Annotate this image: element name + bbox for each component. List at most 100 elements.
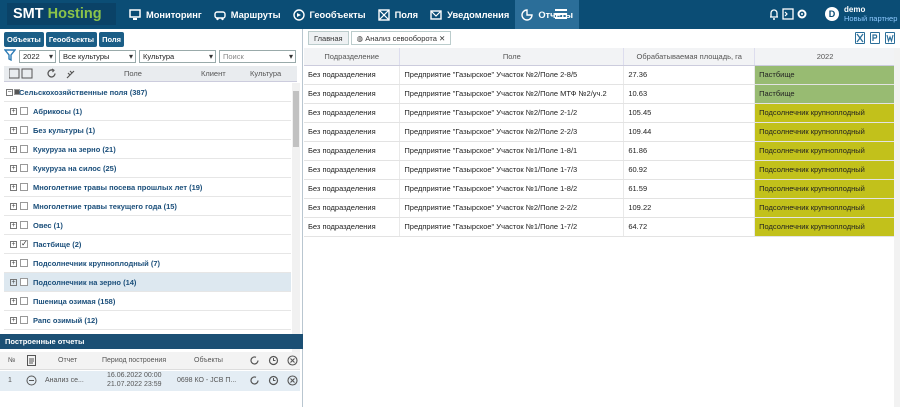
export-excel-icon[interactable] — [855, 32, 865, 44]
avatar[interactable]: D — [825, 7, 839, 21]
search-input[interactable]: Поиск — [219, 49, 296, 63]
expand-icon[interactable]: + — [10, 222, 17, 229]
table-row[interactable]: Без подразделения Предприятие "Газырское"… — [304, 84, 896, 104]
terminal-icon[interactable] — [782, 8, 794, 20]
tab-geoobjects[interactable]: Геообъекты — [45, 32, 98, 47]
tree-checkbox[interactable] — [20, 107, 28, 115]
table-row[interactable]: Без подразделения Предприятие "Газырское"… — [304, 103, 896, 123]
tree-item-selected[interactable]: + Подсолнечник на зерно (14) — [4, 273, 291, 292]
col-client[interactable]: Клиент — [201, 69, 226, 78]
nav-routes[interactable]: Маршруты — [208, 0, 287, 29]
user-name[interactable]: demo — [844, 5, 865, 14]
tree-checkbox[interactable] — [20, 164, 28, 172]
crop-icon[interactable] — [65, 68, 76, 81]
tree-checkbox[interactable] — [20, 221, 28, 229]
table-row[interactable]: Без подразделения Предприятие "Газырское"… — [304, 179, 896, 199]
tree-scrollbar[interactable] — [292, 83, 300, 357]
expand-icon[interactable]: + — [10, 260, 17, 267]
tree-root[interactable]: − Сельскохозяйственные поля (387) — [4, 83, 291, 102]
tree-item[interactable]: + Многолетние травы текущего года (15) — [4, 197, 291, 216]
year-select[interactable]: 2022 — [19, 49, 56, 63]
tree-checkbox[interactable] — [20, 202, 28, 210]
nav-notifications[interactable]: Уведомления — [424, 0, 515, 29]
group-icon[interactable] — [8, 68, 33, 81]
table-row[interactable]: Без подразделения Предприятие "Газырское"… — [304, 217, 896, 237]
tree-checkbox[interactable] — [20, 183, 28, 191]
col-field[interactable]: Поле — [399, 48, 625, 66]
col-culture[interactable]: Культура — [250, 69, 281, 78]
tree-item[interactable]: + ✓ Пастбище (2) — [4, 235, 291, 254]
logo[interactable]: SMT Hosting — [7, 3, 116, 25]
tree-item[interactable]: + Кукуруза на силос (25) — [4, 159, 291, 178]
tree-item[interactable]: + Пшеница озимая (158) — [4, 292, 291, 311]
close-icon[interactable]: ✕ — [439, 34, 445, 43]
expand-icon[interactable]: + — [10, 184, 17, 191]
history-icon[interactable] — [268, 375, 279, 388]
field-icon — [377, 8, 390, 21]
bell-icon[interactable] — [768, 8, 780, 20]
table-row[interactable]: Без подразделения Предприятие "Газырское"… — [304, 65, 896, 85]
tree-checkbox-checked[interactable]: ✓ — [20, 240, 28, 248]
tree-item[interactable]: + Подсолнечник крупноплодный (7) — [4, 254, 291, 273]
history-icon[interactable] — [268, 355, 279, 368]
tree-checkbox[interactable] — [20, 126, 28, 134]
table-row[interactable]: Без подразделения Предприятие "Газырское"… — [304, 160, 896, 180]
tree-item[interactable]: + Рапс озимый (12) — [4, 311, 291, 330]
culture-all-select[interactable]: Все культуры — [59, 49, 136, 63]
table-row[interactable]: Без подразделения Предприятие "Газырское"… — [304, 198, 896, 218]
report-row[interactable]: 1 Анализ се... 16.06.2022 00:00 21.07.20… — [0, 371, 300, 391]
nav-geoobjects[interactable]: Геообъекты — [287, 0, 372, 29]
tree-checkbox[interactable] — [20, 316, 28, 324]
refresh-icon[interactable] — [46, 68, 57, 81]
expand-icon[interactable]: + — [10, 127, 17, 134]
expand-icon[interactable]: + — [10, 241, 17, 248]
nav-reports[interactable]: Отчеты — [515, 0, 580, 29]
monitor-icon — [129, 8, 141, 21]
filter-icon[interactable] — [3, 49, 17, 63]
tree-checkbox[interactable] — [20, 145, 28, 153]
nav-fields[interactable]: Поля — [372, 0, 424, 29]
export-word-icon[interactable] — [885, 32, 895, 44]
expand-icon[interactable]: + — [10, 203, 17, 210]
col-area[interactable]: Обрабатываемая площадь, га — [623, 48, 756, 66]
table-cell: Подсолнечник крупноплодный — [754, 217, 896, 237]
tab-fields[interactable]: Поля — [99, 32, 124, 47]
collapse-icon[interactable]: − — [6, 89, 13, 96]
content-scrollbar[interactable] — [894, 48, 900, 407]
tree-root-label: Сельскохозяйственные поля (387) — [19, 88, 148, 97]
expand-icon[interactable]: + — [10, 146, 17, 153]
delete-icon[interactable] — [287, 375, 298, 388]
culture-select[interactable]: Культура — [139, 49, 216, 63]
table-cell: Предприятие "Газырское" Участок №1/Поле … — [399, 141, 625, 161]
close-all-icon[interactable] — [287, 355, 298, 368]
content-tabs: Главная ◍ Анализ севооборота ✕ — [308, 31, 452, 45]
tree-item[interactable]: + Многолетние травы посева прошлых лет (1… — [4, 178, 291, 197]
expand-icon[interactable]: + — [10, 298, 17, 305]
tree-item[interactable]: + Овес (1) — [4, 216, 291, 235]
refresh-icon[interactable] — [249, 355, 260, 368]
tree-checkbox[interactable] — [20, 278, 28, 286]
menu-icon[interactable] — [555, 9, 567, 19]
tree-checkbox[interactable] — [20, 259, 28, 267]
tree-item[interactable]: + Кукуруза на зерно (21) — [4, 140, 291, 159]
export-pdf-icon[interactable] — [870, 32, 880, 44]
nav-monitoring[interactable]: Мониторинг — [123, 0, 208, 29]
table-row[interactable]: Без подразделения Предприятие "Газырское"… — [304, 141, 896, 161]
tab-objects[interactable]: Объекты — [4, 32, 44, 47]
col-year[interactable]: 2022 — [754, 48, 896, 66]
expand-icon[interactable]: + — [10, 165, 17, 172]
col-unit[interactable]: Подразделение — [304, 48, 401, 66]
tab-rotation-analysis[interactable]: ◍ Анализ севооборота ✕ — [350, 31, 452, 45]
expand-icon[interactable]: + — [10, 108, 17, 115]
expand-icon[interactable]: + — [10, 317, 17, 324]
col-field[interactable]: Поле — [124, 69, 142, 78]
gear-icon[interactable] — [796, 8, 808, 20]
scroll-thumb[interactable] — [293, 91, 299, 147]
table-row[interactable]: Без подразделения Предприятие "Газырское"… — [304, 122, 896, 142]
tree-item[interactable]: + Без культуры (1) — [4, 121, 291, 140]
tree-checkbox[interactable] — [20, 297, 28, 305]
expand-icon[interactable]: + — [10, 279, 17, 286]
tab-main[interactable]: Главная — [308, 31, 349, 45]
rebuild-icon[interactable] — [249, 375, 260, 388]
tree-item[interactable]: + Абрикосы (1) — [4, 102, 291, 121]
